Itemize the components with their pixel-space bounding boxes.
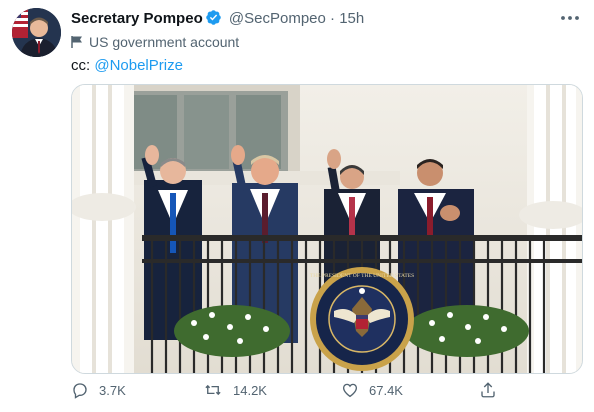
- avatar[interactable]: [12, 8, 61, 57]
- flag-icon: [71, 36, 82, 48]
- like-button[interactable]: 67.4K: [341, 381, 403, 399]
- seal-text: THE PRESIDENT OF THE UNITED STATES: [310, 273, 414, 279]
- presidential-seal: [310, 267, 414, 371]
- heart-icon: [342, 383, 358, 398]
- account-label: US government account: [71, 34, 239, 50]
- retweet-count: 14.2K: [233, 382, 267, 398]
- reply-icon: [73, 383, 87, 399]
- more-options-icon[interactable]: [560, 8, 580, 28]
- tweet-header: Secretary Pompeo @SecPompeo · 15h: [71, 9, 580, 29]
- separator-dot: ·: [330, 10, 336, 27]
- account-label-text: US government account: [89, 34, 240, 50]
- tweet-text: cc: @NobelPrize: [71, 57, 183, 74]
- share-icon: [481, 382, 495, 398]
- reply-button[interactable]: 3.7K: [71, 381, 126, 399]
- retweet-icon: [205, 384, 221, 396]
- retweet-button[interactable]: 14.2K: [203, 381, 267, 399]
- mention-link[interactable]: @NobelPrize: [94, 57, 183, 74]
- avatar-image: [12, 8, 61, 57]
- tweet-photo[interactable]: THE PRESIDENT OF THE UNITED STATES: [71, 84, 583, 374]
- photo-illustration: THE PRESIDENT OF THE UNITED STATES: [72, 85, 582, 373]
- verified-badge-icon: [205, 9, 222, 30]
- like-count: 67.4K: [369, 382, 403, 398]
- share-button[interactable]: [479, 381, 507, 399]
- timestamp[interactable]: 15h: [339, 10, 364, 27]
- author-name[interactable]: Secretary Pompeo: [71, 10, 203, 27]
- tweet-actions: 3.7K 14.2K 67.4K: [71, 381, 511, 403]
- tweet-text-prefix: cc:: [71, 57, 91, 74]
- reply-count: 3.7K: [99, 382, 126, 398]
- author-handle[interactable]: @SecPompeo: [229, 10, 326, 27]
